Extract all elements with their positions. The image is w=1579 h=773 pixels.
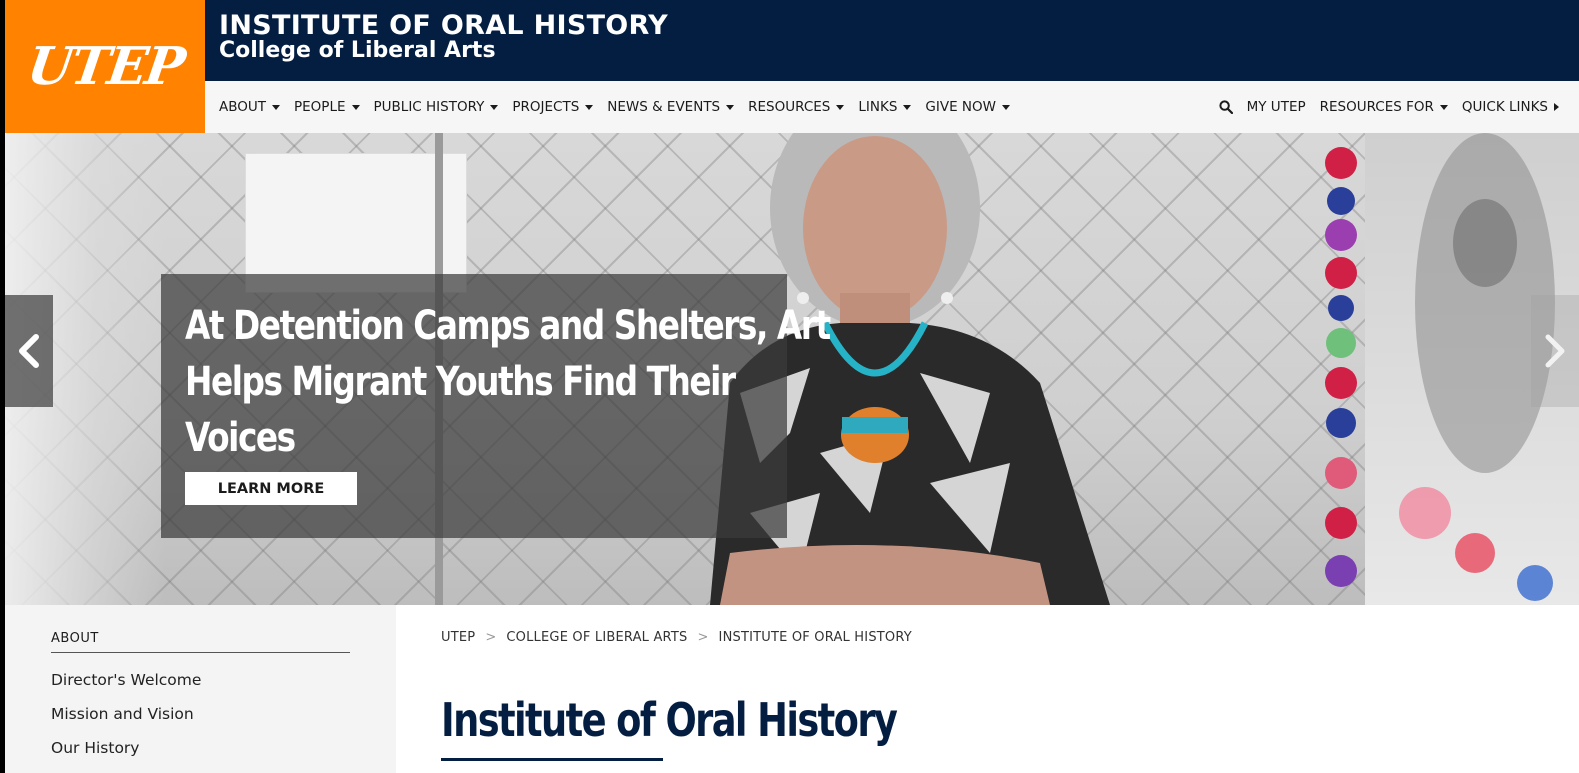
sidebar-item-our-history[interactable]: Our History	[51, 739, 139, 757]
main-nav: ABOUT PEOPLE PUBLIC HISTORY PROJECTS NEW…	[205, 81, 1579, 133]
caret-down-icon	[272, 104, 281, 110]
sidebar-heading[interactable]: ABOUT	[51, 631, 99, 646]
search-icon	[1219, 100, 1233, 114]
carousel-next-button[interactable]	[1531, 295, 1579, 407]
learn-more-button[interactable]: LEARN MORE	[185, 472, 357, 505]
hero-caption-line: At Detention Camps and Shelters, Art	[185, 303, 831, 349]
nav-item-news-events[interactable]: NEWS & EVENTS	[607, 99, 735, 115]
breadcrumb-utep[interactable]: UTEP	[441, 630, 475, 645]
nav-label: QUICK LINKS	[1461, 99, 1548, 115]
utility-nav: MY UTEP RESOURCES FOR QUICK LINKS	[1205, 81, 1559, 133]
section-sidebar: ABOUT Director's Welcome Mission and Vis…	[5, 605, 396, 773]
caret-down-icon	[726, 104, 735, 110]
nav-item-projects[interactable]: PROJECTS	[512, 99, 594, 115]
nav-item-links[interactable]: LINKS	[858, 99, 912, 115]
utep-logo[interactable]: UTEP	[5, 0, 205, 133]
hero-caption-line: Helps Migrant Youths Find Their	[185, 359, 736, 405]
hero-caption-line: Voices	[185, 415, 296, 461]
sidebar-divider	[51, 652, 350, 653]
hero-carousel: At Detention Camps and Shelters, Art Hel…	[5, 133, 1579, 605]
breadcrumb-college-of-liberal-arts[interactable]: COLLEGE OF LIBERAL ARTS	[506, 630, 687, 645]
caret-down-icon	[585, 104, 594, 110]
caret-down-icon	[836, 104, 845, 110]
caret-down-icon	[1439, 104, 1448, 110]
caret-down-icon	[903, 104, 912, 110]
nav-item-give-now[interactable]: GIVE NOW	[925, 99, 1010, 115]
my-utep-link[interactable]: MY UTEP	[1247, 99, 1306, 115]
site-title[interactable]: INSTITUTE OF ORAL HISTORY	[219, 10, 668, 41]
page: UTEP INSTITUTE OF ORAL HISTORY College o…	[0, 0, 1579, 773]
site-header: INSTITUTE OF ORAL HISTORY College of Lib…	[205, 0, 1579, 81]
nav-menu: ABOUT PEOPLE PUBLIC HISTORY PROJECTS NEW…	[205, 99, 1024, 115]
main-content: UTEP > COLLEGE OF LIBERAL ARTS > INSTITU…	[396, 605, 1579, 773]
chevron-right-icon	[1545, 334, 1565, 368]
breadcrumb: UTEP > COLLEGE OF LIBERAL ARTS > INSTITU…	[441, 630, 912, 645]
nav-label: LINKS	[858, 99, 898, 115]
hero-caption-panel: At Detention Camps and Shelters, Art Hel…	[161, 274, 831, 538]
background-picture-frame	[245, 153, 467, 293]
chevron-left-icon	[19, 334, 39, 368]
nav-label: RESOURCES	[748, 99, 831, 115]
nav-item-public-history[interactable]: PUBLIC HISTORY	[374, 99, 499, 115]
nav-item-resources[interactable]: RESOURCES	[748, 99, 845, 115]
nav-label: PUBLIC HISTORY	[373, 99, 485, 115]
quick-links-menu[interactable]: QUICK LINKS	[1462, 99, 1559, 115]
nav-label: GIVE NOW	[925, 99, 996, 115]
caret-right-icon	[1554, 103, 1559, 111]
carousel-prev-button[interactable]	[5, 295, 53, 407]
caret-down-icon	[1001, 104, 1010, 110]
logo-text: UTEP	[23, 36, 187, 97]
caret-down-icon	[351, 104, 360, 110]
nav-label: MY UTEP	[1246, 99, 1306, 115]
breadcrumb-separator: >	[697, 630, 709, 645]
sidebar-item-directors-welcome[interactable]: Director's Welcome	[51, 671, 201, 689]
page-title: Institute of Oral History	[441, 693, 898, 747]
nav-label: NEWS & EVENTS	[607, 99, 721, 115]
title-underline	[441, 758, 663, 761]
site-subtitle[interactable]: College of Liberal Arts	[219, 38, 496, 63]
nav-item-about[interactable]: ABOUT	[219, 99, 281, 115]
breadcrumb-separator: >	[485, 630, 497, 645]
search-button[interactable]	[1219, 100, 1233, 114]
nav-label: ABOUT	[219, 99, 267, 115]
paper-flowers-decoration	[1325, 147, 1357, 587]
resources-for-menu[interactable]: RESOURCES FOR	[1320, 99, 1448, 115]
sidebar-item-mission-and-vision[interactable]: Mission and Vision	[51, 705, 194, 723]
nav-label: PROJECTS	[512, 99, 580, 115]
breadcrumb-current-page: INSTITUTE OF ORAL HISTORY	[718, 630, 912, 645]
nav-label: PEOPLE	[294, 99, 346, 115]
hero-caption-title[interactable]: At Detention Camps and Shelters, Art Hel…	[185, 298, 831, 466]
nav-label: RESOURCES FOR	[1319, 99, 1434, 115]
nav-item-people[interactable]: PEOPLE	[294, 99, 360, 115]
caret-down-icon	[490, 104, 499, 110]
